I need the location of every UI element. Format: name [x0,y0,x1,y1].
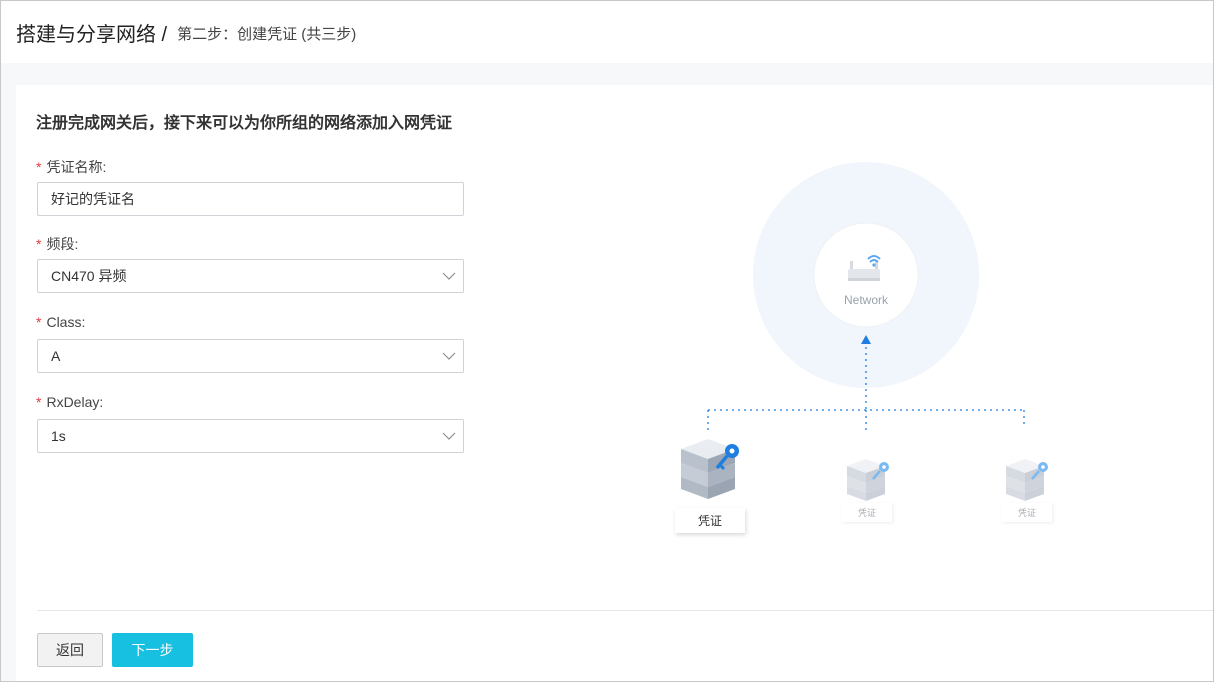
page-header: 搭建与分享网络 / 第二步：创建凭证 (共三步) [1,1,1213,63]
back-button[interactable]: 返回 [37,633,103,667]
server-key-icon [847,459,889,501]
credential-label-1: 凭证 [675,508,745,533]
app-window: 搭建与分享网络 / 第二步：创建凭证 (共三步) 注册完成网关后，接下来可以为你… [0,0,1214,682]
footer-divider [37,610,1213,611]
server-key-icon [1006,459,1048,501]
network-label: Network [844,293,889,307]
step-indicator: 第二步：创建凭证 (共三步) [177,26,357,43]
page-title: 搭建与分享网络 / [16,23,168,46]
credential-label-3: 凭证 [1002,503,1052,522]
network-diagram: Network [681,162,1048,501]
next-button[interactable]: 下一步 [112,633,193,667]
content-card: 注册完成网关后，接下来可以为你所组的网络添加入网凭证 *凭证名称: *频段: C… [16,85,1213,681]
server-key-icon [681,439,739,499]
credential-label-2: 凭证 [842,503,892,522]
